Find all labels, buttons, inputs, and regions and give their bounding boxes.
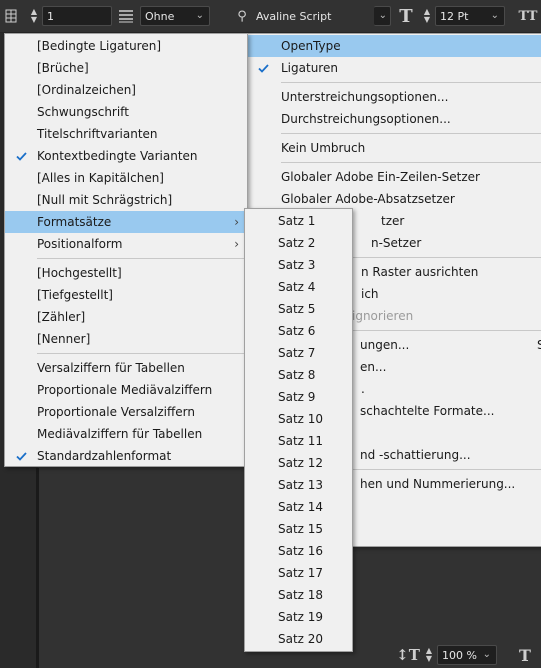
font-family-field[interactable]: Avaline Script [252, 6, 391, 26]
chevron-down-icon: ⌄ [378, 10, 387, 21]
menu-item-satz-18[interactable]: Satz 18 [245, 584, 352, 606]
menu-item-stylistic-sets[interactable]: Formatsätze › [5, 211, 247, 233]
zoom-stepper[interactable]: ▲ ▼ [422, 645, 436, 665]
bottom-control-bar: ↕T ▲ ▼ 100 % ⌄ T [390, 642, 541, 668]
baseline-text-icon: T [519, 645, 531, 665]
menu-item-satz-12[interactable]: Satz 12 [245, 452, 352, 474]
menu-item-paragraph-composer[interactable]: Globaler Adobe-Absatzsetzer [247, 188, 541, 210]
menu-item-slashed-zero[interactable]: [Null mit Schrägstrich] [5, 189, 247, 211]
font-family-dropdown[interactable]: ⌄ [374, 6, 391, 26]
menu-item-satz-6[interactable]: Satz 6 [245, 320, 352, 342]
font-size-icon: T [399, 5, 413, 27]
checkmark-icon [14, 145, 28, 167]
cutoff-shortcut-text: S [537, 338, 541, 352]
font-search-icon[interactable]: ⚲ [232, 6, 252, 26]
menu-item-proportional-oldstyle[interactable]: Proportionale Mediävalziffern [5, 379, 247, 401]
menu-item-subscript[interactable]: [Tiefgestellt] [5, 284, 247, 306]
chevron-down-icon: ⌄ [195, 10, 204, 21]
menu-item-strikethrough-options[interactable]: Durchstreichungsoptionen... [247, 108, 541, 130]
menu-item-no-break[interactable]: Kein Umbruch [247, 137, 541, 159]
menu-item-denominator[interactable]: [Nenner] [5, 328, 247, 350]
menu-item-satz-3[interactable]: Satz 3 [245, 254, 352, 276]
checkmark-icon [256, 57, 270, 79]
menu-item-tabular-oldstyle[interactable]: Mediävalziffern für Tabellen [5, 423, 247, 445]
vertical-scale-icon: ↕T [396, 646, 420, 664]
all-caps-icon[interactable]: TT [516, 6, 540, 26]
menu-separator [281, 133, 541, 134]
menu-separator [281, 82, 541, 83]
menu-item-fractions[interactable]: [Brüche] [5, 57, 247, 79]
menu-item-satz-7[interactable]: Satz 7 [245, 342, 352, 364]
chevron-right-icon: › [234, 215, 239, 229]
menu-item-all-small-caps[interactable]: [Alles in Kapitälchen] [5, 167, 247, 189]
menu-item-contextual-alternates[interactable]: Kontextbedingte Varianten [5, 145, 247, 167]
menu-item-satz-4[interactable]: Satz 4 [245, 276, 352, 298]
chevron-right-icon: › [234, 237, 239, 251]
menu-separator [281, 162, 541, 163]
lines-icon [116, 6, 136, 26]
menu-item-satz-14[interactable]: Satz 14 [245, 496, 352, 518]
control-bar: ▲ ▼ 1 Ohne ⌄ ⚲ Avaline Script ⌄ T ▲ ▼ 12 P… [0, 0, 541, 33]
menu-item-titling[interactable]: Titelschriftvarianten [5, 123, 247, 145]
menu-item-ligaturen[interactable]: Ligaturen [247, 57, 541, 79]
menu-item-satz-8[interactable]: Satz 8 [245, 364, 352, 386]
menu-item-satz-15[interactable]: Satz 15 [245, 518, 352, 540]
menu-separator [37, 353, 247, 354]
menu-separator [37, 258, 247, 259]
menu-item-satz-17[interactable]: Satz 17 [245, 562, 352, 584]
stylistic-sets-submenu: Satz 1 Satz 2 Satz 3 Satz 4 Satz 5 Satz … [244, 208, 353, 652]
grid-icon[interactable] [4, 6, 18, 26]
opentype-submenu: [Bedingte Ligaturen] [Brüche] [Ordinalze… [4, 33, 248, 467]
menu-item-satz-13[interactable]: Satz 13 [245, 474, 352, 496]
menu-item-satz-19[interactable]: Satz 19 [245, 606, 352, 628]
menu-item-satz-10[interactable]: Satz 10 [245, 408, 352, 430]
menu-item-satz-11[interactable]: Satz 11 [245, 430, 352, 452]
menu-item-satz-16[interactable]: Satz 16 [245, 540, 352, 562]
menu-item-satz-20[interactable]: Satz 20 [245, 628, 352, 650]
menu-item-ordinals[interactable]: [Ordinalzeichen] [5, 79, 247, 101]
menu-item-default-figure-style[interactable]: Standardzahlenformat [5, 445, 247, 467]
menu-item-satz-2[interactable]: Satz 2 [245, 232, 352, 254]
menu-item-conditional-ligatures[interactable]: [Bedingte Ligaturen] [5, 35, 247, 57]
paragraph-field[interactable]: 1 [42, 6, 112, 26]
page-edge [36, 468, 39, 668]
checkmark-icon [14, 445, 28, 467]
font-size-field[interactable]: 12 Pt ⌄ [435, 6, 505, 26]
menu-item-superscript[interactable]: [Hochgestellt] [5, 262, 247, 284]
menu-item-single-line-composer[interactable]: Globaler Adobe Ein-Zeilen-Setzer [247, 166, 541, 188]
style-select[interactable]: Ohne ⌄ [140, 6, 210, 26]
menu-item-proportional-lining[interactable]: Proportionale Versalziffern [5, 401, 247, 423]
menu-item-positional-forms[interactable]: Positionalform › [5, 233, 247, 255]
menu-item-satz-5[interactable]: Satz 5 [245, 298, 352, 320]
menu-item-numerator[interactable]: [Zähler] [5, 306, 247, 328]
menu-item-opentype[interactable]: OpenType [247, 35, 541, 57]
menu-item-underline-options[interactable]: Unterstreichungsoptionen... [247, 86, 541, 108]
menu-item-swash[interactable]: Schwungschrift [5, 101, 247, 123]
menu-item-satz-9[interactable]: Satz 9 [245, 386, 352, 408]
chevron-down-icon: ⌄ [490, 10, 499, 21]
zoom-field[interactable]: 100 % ⌄ [437, 645, 497, 665]
paragraph-stepper[interactable]: ▲ ▼ [27, 6, 41, 26]
menu-item-satz-1[interactable]: Satz 1 [245, 210, 352, 232]
font-size-stepper[interactable]: ▲ ▼ [420, 6, 434, 26]
menu-item-tabular-lining[interactable]: Versalziffern für Tabellen [5, 357, 247, 379]
chevron-down-icon: ⌄ [482, 649, 491, 660]
